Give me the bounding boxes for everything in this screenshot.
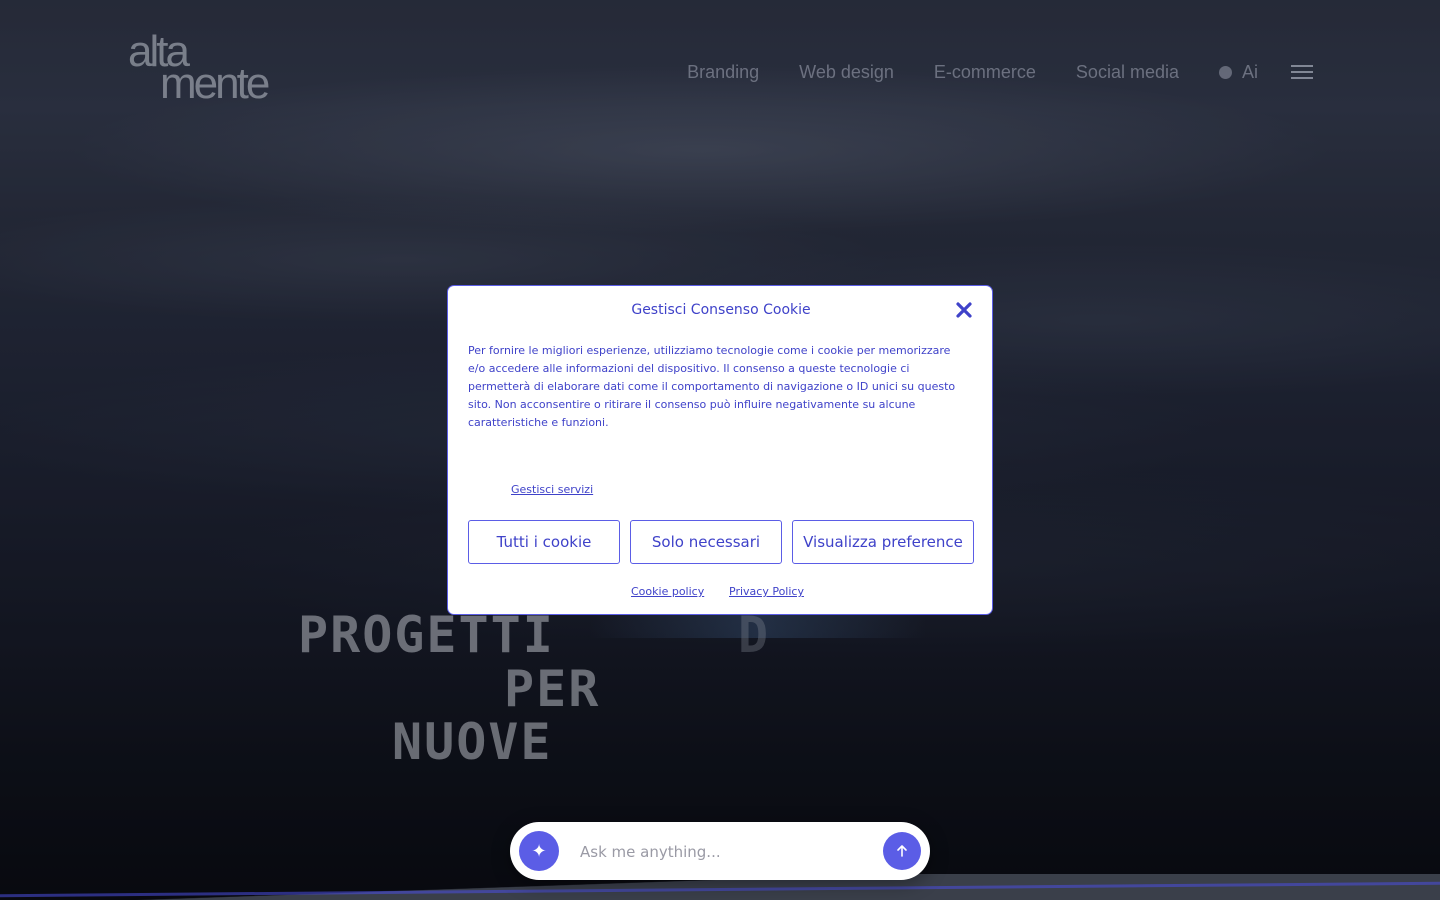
main-nav: Branding Web design E-commerce Social me… — [687, 58, 1258, 86]
send-button[interactable] — [883, 832, 921, 870]
nav-e-commerce[interactable]: E-commerce — [934, 62, 1036, 83]
arrow-up-icon — [897, 845, 907, 857]
necessary-only-button[interactable]: Solo necessari — [630, 520, 782, 564]
chat-input[interactable] — [578, 836, 872, 868]
view-preferences-button[interactable]: Visualizza preference — [792, 520, 974, 564]
accept-all-button[interactable]: Tutti i cookie — [468, 520, 620, 564]
nav-branding[interactable]: Branding — [687, 62, 759, 83]
site-logo[interactable]: alta mente — [128, 30, 328, 108]
nav-ai-label: Ai — [1241, 61, 1258, 82]
ai-dot-icon — [1218, 65, 1232, 79]
hero-line-2: PER — [504, 660, 601, 718]
close-icon[interactable] — [954, 300, 974, 320]
burger-line — [1291, 71, 1313, 73]
page: alta mente Branding Web design E-commerc… — [0, 0, 1440, 900]
hero-line-1-tail: D — [738, 606, 771, 664]
sparkle-icon[interactable]: ✦ — [519, 831, 559, 871]
cookie-description: Per fornire le migliori esperienze, util… — [468, 344, 956, 429]
cookie-policy-link[interactable]: Cookie policy — [631, 585, 704, 598]
burger-line — [1291, 65, 1313, 67]
nav-social-media[interactable]: Social media — [1076, 62, 1179, 83]
nav-web-design[interactable]: Web design — [799, 62, 894, 83]
logo-line-2: mente — [160, 59, 270, 108]
manage-services-link[interactable]: Gestisci servizi — [511, 483, 593, 496]
cookie-consent-modal: Gestisci Consenso Cookie Per fornire le … — [447, 285, 993, 615]
modal-title: Gestisci Consenso Cookie — [631, 302, 811, 318]
burger-line — [1291, 77, 1313, 79]
hero-line-3: NUOVE — [392, 713, 553, 771]
privacy-policy-link[interactable]: Privacy Policy — [729, 585, 804, 598]
hamburger-icon[interactable] — [1291, 64, 1313, 80]
ai-chat-bar: ✦ — [510, 822, 930, 880]
nav-ai[interactable]: Ai — [1218, 61, 1258, 83]
hero-line-1: PROGETTI — [298, 606, 555, 664]
